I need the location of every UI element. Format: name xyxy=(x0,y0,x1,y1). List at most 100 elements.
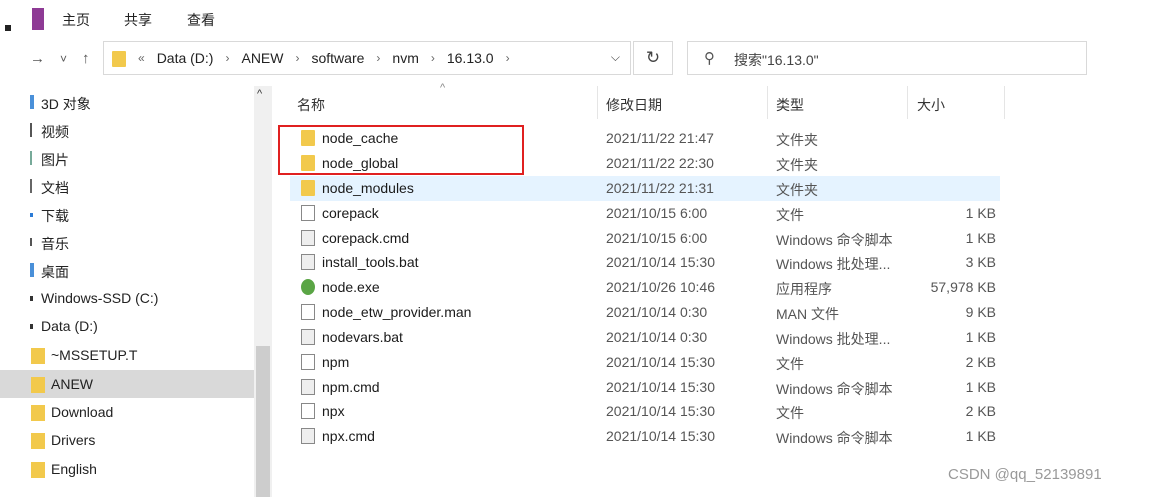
search-box[interactable]: ⚲ 搜索"16.13.0" xyxy=(687,41,1087,75)
sidebar-item-videos[interactable]: 视频 xyxy=(0,116,254,144)
file-type: 文件夹 xyxy=(776,182,818,198)
column-header-label: 类型 xyxy=(776,97,804,113)
column-header-date[interactable]: 修改日期 xyxy=(598,86,766,119)
breadcrumb-item[interactable]: ANEW xyxy=(235,50,289,66)
sidebar-item-3d-objects[interactable]: 3D 对象 xyxy=(0,88,254,116)
highlight-box xyxy=(278,125,524,175)
column-header-name[interactable]: 名称 xyxy=(290,86,596,119)
file-type: Windows 命令脚本 xyxy=(776,381,893,397)
tab-home[interactable]: 主页 xyxy=(62,10,90,30)
sidebar-item-label: ANEW xyxy=(51,376,93,392)
sidebar-item-anew[interactable]: ANEW xyxy=(0,370,254,398)
scroll-up-icon[interactable]: ^ xyxy=(257,88,262,100)
recent-locations-chevron-icon[interactable]: ˅ xyxy=(60,52,67,66)
address-dropdown-icon[interactable]: ⌵ xyxy=(611,50,620,65)
scrollbar-thumb[interactable] xyxy=(256,346,270,497)
explorer-logo-icon xyxy=(32,8,44,30)
sidebar-item-windows-ssd[interactable]: Windows-SSD (C:) xyxy=(0,284,254,312)
sidebar-item-download[interactable]: Download xyxy=(0,398,254,426)
file-type: Windows 批处理... xyxy=(776,331,891,347)
file-name: node.exe xyxy=(322,279,380,295)
sidebar-item-mssetup[interactable]: ~MSSETUP.T xyxy=(0,341,254,369)
breadcrumb-separator-icon[interactable]: › xyxy=(500,51,516,65)
bat-icon xyxy=(301,254,315,270)
sidebar-item-label: Windows-SSD (C:) xyxy=(41,290,159,306)
file-size: 57,978 KB xyxy=(930,279,996,295)
tab-view[interactable]: 查看 xyxy=(187,10,215,30)
breadcrumb-overflow[interactable]: « xyxy=(132,51,151,65)
file-row[interactable]: corepack.cmd 2021/10/15 6:00 Windows 命令脚… xyxy=(290,226,1000,251)
file-name: node_modules xyxy=(322,180,414,196)
file-date: 2021/10/15 6:00 xyxy=(606,230,708,246)
file-name: install_tools.bat xyxy=(322,254,419,270)
file-name: npx xyxy=(322,403,345,419)
navigation-pane: 3D 对象 视频 图片 文档 下载 音乐 桌面 Windows-SSD (C:)… xyxy=(0,86,272,497)
sidebar-item-label: 图片 xyxy=(41,152,69,168)
watermark: CSDN @qq_52139891 xyxy=(948,466,1102,483)
sidebar-item-drivers[interactable]: Drivers xyxy=(0,426,254,454)
file-date: 2021/10/15 6:00 xyxy=(606,205,708,221)
breadcrumb-item[interactable]: 16.13.0 xyxy=(441,50,500,66)
file-row[interactable]: nodevars.bat 2021/10/14 0:30 Windows 批处理… xyxy=(290,325,1000,350)
file-size: 1 KB xyxy=(965,428,996,444)
file-date: 2021/10/14 15:30 xyxy=(606,379,715,395)
file-date: 2021/11/22 21:47 xyxy=(606,130,714,146)
file-type: Windows 命令脚本 xyxy=(776,430,893,446)
file-name: node_etw_provider.man xyxy=(322,304,472,320)
breadcrumb-separator-icon[interactable]: › xyxy=(370,51,386,65)
document-icon xyxy=(30,179,32,193)
file-row[interactable]: node_etw_provider.man 2021/10/14 0:30 MA… xyxy=(290,300,1000,325)
breadcrumb-item[interactable]: nvm xyxy=(386,50,424,66)
sidebar-item-documents[interactable]: 文档 xyxy=(0,172,254,200)
file-name: npm xyxy=(322,354,350,370)
column-header-label: 名称 xyxy=(297,97,325,113)
bat-icon xyxy=(301,329,315,345)
cmd-icon xyxy=(301,230,315,246)
file-row[interactable]: corepack 2021/10/15 6:00 文件 1 KB xyxy=(290,201,1000,226)
picture-icon xyxy=(30,151,32,165)
file-row[interactable]: node.exe 2021/10/26 10:46 应用程序 57,978 KB xyxy=(290,275,1000,300)
sidebar-item-label: 3D 对象 xyxy=(41,96,91,112)
file-date: 2021/10/14 15:30 xyxy=(606,254,715,270)
tab-share[interactable]: 共享 xyxy=(124,10,152,30)
file-row[interactable]: node_modules 2021/11/22 21:31 文件夹 xyxy=(290,176,1000,201)
sidebar-item-label: 下载 xyxy=(41,208,69,224)
drive-icon xyxy=(30,324,33,329)
file-row[interactable]: npx 2021/10/14 15:30 文件 2 KB xyxy=(290,399,1000,424)
sidebar-item-desktop[interactable]: 桌面 xyxy=(0,256,254,284)
sidebar-item-pictures[interactable]: 图片 xyxy=(0,144,254,172)
sidebar-item-label: 桌面 xyxy=(41,264,69,280)
search-input[interactable]: 搜索"16.13.0" xyxy=(734,50,819,70)
sidebar-item-music[interactable]: 音乐 xyxy=(0,228,254,256)
sidebar-item-downloads[interactable]: 下载 xyxy=(0,200,254,228)
file-type: 文件 xyxy=(776,207,804,223)
search-icon: ⚲ xyxy=(704,50,715,67)
column-header-size[interactable]: 大小 xyxy=(908,86,1004,119)
breadcrumb-separator-icon[interactable]: › xyxy=(219,51,235,65)
file-type: Windows 批处理... xyxy=(776,256,891,272)
file-row[interactable]: npm.cmd 2021/10/14 15:30 Windows 命令脚本 1 … xyxy=(290,375,1000,400)
refresh-button[interactable]: ↻ xyxy=(633,41,673,75)
file-size: 2 KB xyxy=(965,354,996,370)
file-row[interactable]: npm 2021/10/14 15:30 文件 2 KB xyxy=(290,350,1000,375)
sidebar-item-data-drive[interactable]: Data (D:) xyxy=(0,312,254,340)
back-arrow-icon[interactable]: → xyxy=(30,50,45,67)
file-icon xyxy=(301,304,315,320)
breadcrumb-separator-icon[interactable]: › xyxy=(425,51,441,65)
video-icon xyxy=(30,123,32,137)
file-row[interactable]: install_tools.bat 2021/10/14 15:30 Windo… xyxy=(290,250,1000,275)
up-arrow-icon[interactable]: ↑ xyxy=(82,50,90,67)
file-row[interactable]: npx.cmd 2021/10/14 15:30 Windows 命令脚本 1 … xyxy=(290,424,1000,449)
file-icon xyxy=(301,403,315,419)
breadcrumb-item[interactable]: Data (D:) xyxy=(151,50,220,66)
file-icon xyxy=(301,205,315,221)
sidebar-item-label: 文档 xyxy=(41,180,69,196)
file-icon xyxy=(301,354,315,370)
sidebar-item-english[interactable]: English xyxy=(0,455,254,483)
address-bar[interactable]: « Data (D:) › ANEW › software › nvm › 16… xyxy=(103,41,631,75)
breadcrumb-separator-icon[interactable]: › xyxy=(289,51,305,65)
breadcrumb-item[interactable]: software xyxy=(305,50,370,66)
sidebar-scrollbar[interactable]: ^ xyxy=(254,86,272,497)
column-header-type[interactable]: 类型 xyxy=(768,86,906,119)
column-divider[interactable] xyxy=(1004,86,1005,119)
